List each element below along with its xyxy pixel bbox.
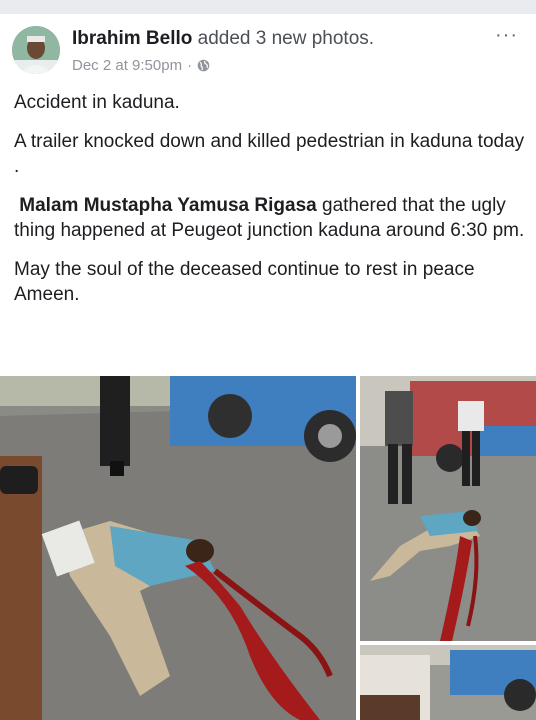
- photo-1[interactable]: [0, 376, 356, 720]
- photo-3[interactable]: [360, 645, 536, 720]
- top-bar: [0, 0, 536, 14]
- post-paragraph: A trailer knocked down and killed pedest…: [14, 131, 525, 177]
- more-options-icon[interactable]: ···: [495, 24, 518, 47]
- meta-separator: ·: [187, 57, 193, 74]
- globe-icon[interactable]: [197, 59, 210, 72]
- mentioned-name: Malam Mustapha Yamusa Rigasa: [19, 195, 317, 216]
- post-meta: Dec 2 at 9:50pm ·: [72, 57, 210, 74]
- post-timestamp[interactable]: Dec 2 at 9:50pm: [72, 57, 182, 74]
- post-paragraph: Malam Mustapha Yamusa Rigasa gathered th…: [14, 193, 529, 243]
- photo-2[interactable]: [360, 376, 536, 641]
- post-header: Ibrahim Bello added 3 new photos. Dec 2 …: [0, 14, 536, 90]
- post-action-text: added 3 new photos.: [197, 28, 375, 49]
- post-paragraph: Accident in kaduna.: [14, 92, 180, 113]
- author-name[interactable]: Ibrahim Bello: [72, 28, 192, 49]
- author-line: Ibrahim Bello added 3 new photos.: [72, 28, 374, 50]
- photo-grid: [0, 376, 536, 720]
- author-avatar[interactable]: [12, 26, 60, 74]
- post-paragraph: May the soul of the deceased continue to…: [14, 259, 475, 305]
- post-text: Accident in kaduna. A trailer knocked do…: [14, 90, 529, 321]
